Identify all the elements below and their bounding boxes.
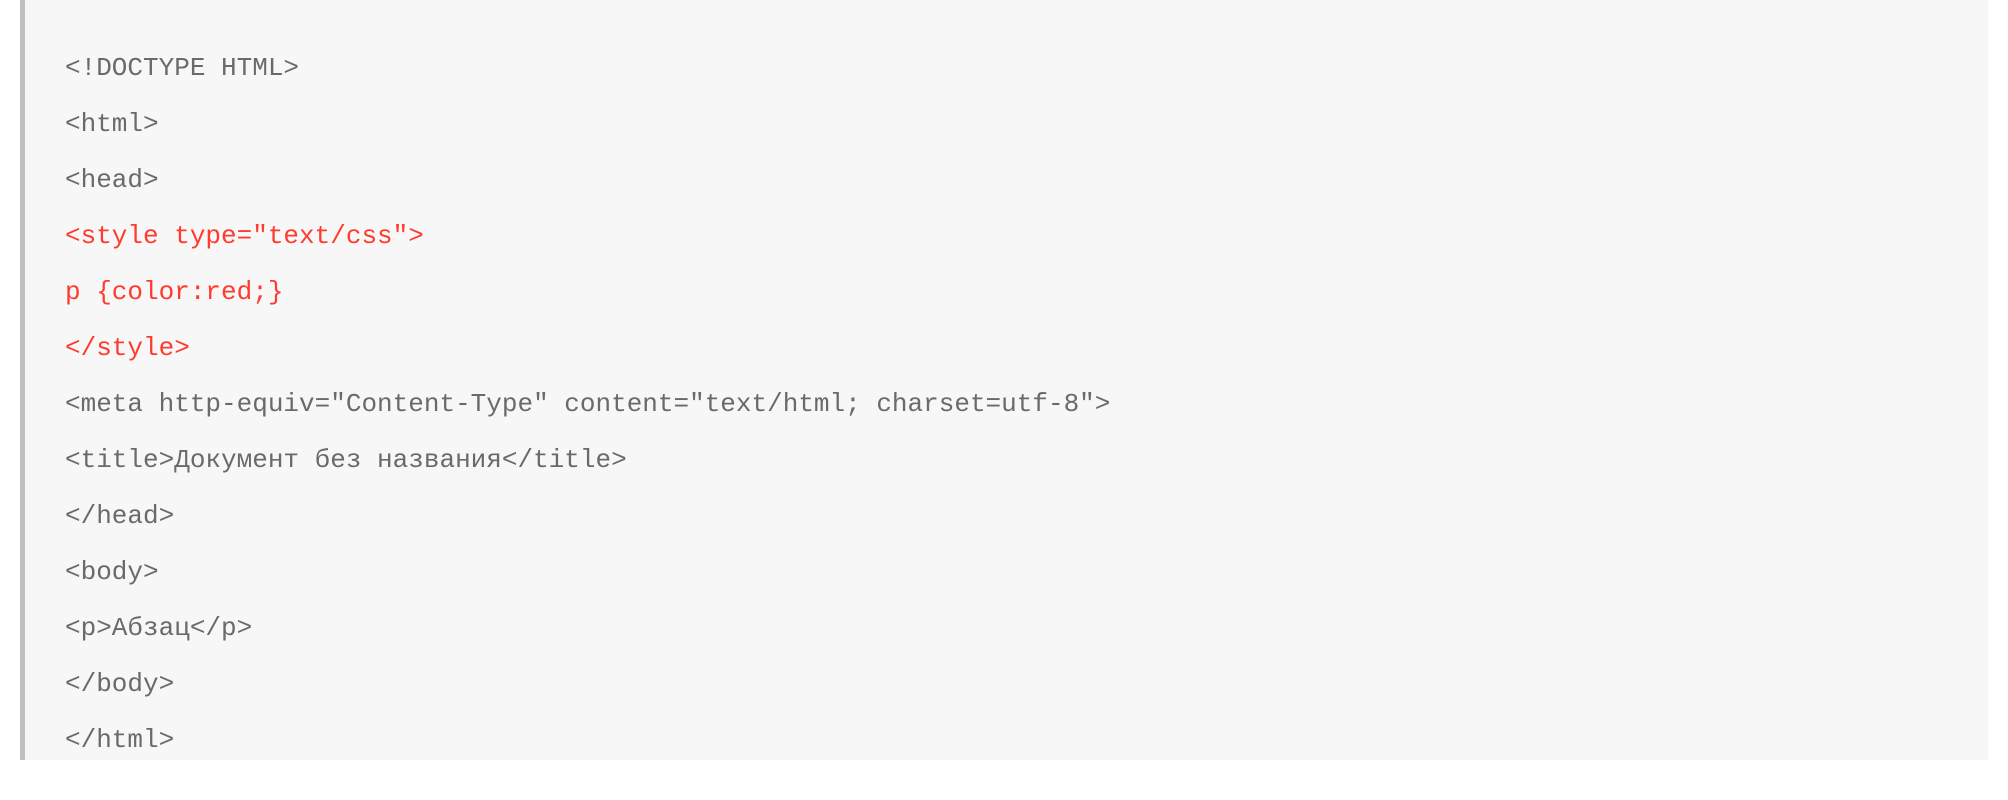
- code-line: <p>Абзац</p>: [65, 600, 1948, 656]
- code-block: <!DOCTYPE HTML> <html> <head> <style typ…: [20, 0, 1988, 760]
- code-line: <meta http-equiv="Content-Type" content=…: [65, 376, 1948, 432]
- code-line: <html>: [65, 96, 1948, 152]
- code-line: </body>: [65, 656, 1948, 712]
- code-line-highlighted: </style>: [65, 320, 1948, 376]
- code-line: </html>: [65, 712, 1948, 760]
- code-line-highlighted: <style type="text/css">: [65, 208, 1948, 264]
- code-line: </head>: [65, 488, 1948, 544]
- code-line: <!DOCTYPE HTML>: [65, 40, 1948, 96]
- code-line: <body>: [65, 544, 1948, 600]
- code-line: <head>: [65, 152, 1948, 208]
- code-line: <title>Документ без названия</title>: [65, 432, 1948, 488]
- code-line-highlighted: p {color:red;}: [65, 264, 1948, 320]
